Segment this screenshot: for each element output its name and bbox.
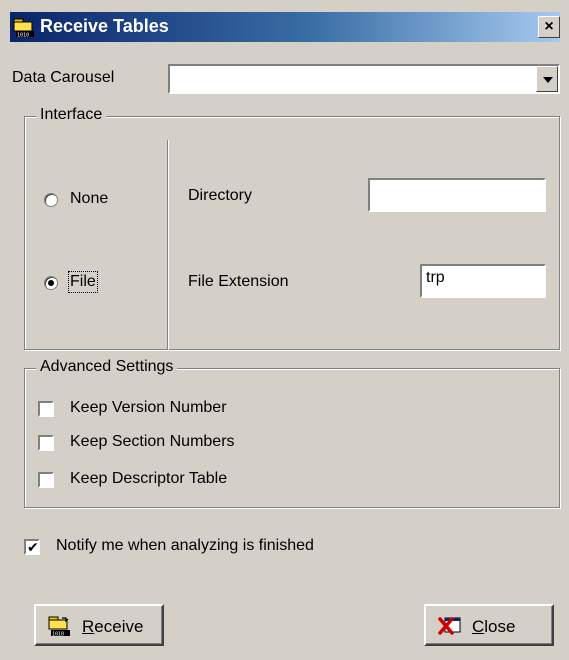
svg-text:1010: 1010 bbox=[17, 33, 29, 39]
file-extension-label: File Extension bbox=[188, 273, 289, 290]
interface-group-title: Interface bbox=[36, 106, 107, 124]
close-button[interactable]: Close bbox=[424, 604, 554, 646]
title-bar[interactable]: 1010 Receive Tables × bbox=[10, 12, 560, 42]
none-radio[interactable] bbox=[44, 193, 58, 207]
receive-button[interactable]: 1010 Receive bbox=[34, 604, 164, 646]
data-carousel-label: Data Carousel bbox=[12, 69, 115, 86]
close-button-label: Close bbox=[472, 617, 516, 636]
interface-group bbox=[24, 116, 560, 350]
window-title: Receive Tables bbox=[40, 16, 169, 36]
folder-binary-icon: 1010 bbox=[48, 616, 70, 638]
keep-section-numbers-label[interactable]: Keep Section Numbers bbox=[70, 433, 235, 451]
interface-divider bbox=[167, 140, 168, 350]
advanced-settings-title: Advanced Settings bbox=[36, 358, 178, 376]
receive-tables-dialog: 1010 Receive Tables × Data Carousel Inte… bbox=[0, 0, 569, 660]
folder-binary-icon: 1010 bbox=[13, 18, 34, 39]
notify-checkbox[interactable]: ✔ bbox=[24, 539, 40, 555]
dropdown-button[interactable] bbox=[536, 66, 558, 92]
keep-descriptor-table-checkbox[interactable] bbox=[38, 472, 54, 488]
directory-input[interactable] bbox=[368, 178, 546, 212]
keep-descriptor-table-label[interactable]: Keep Descriptor Table bbox=[70, 470, 227, 488]
directory-label: Directory bbox=[188, 187, 253, 204]
close-window-button[interactable]: × bbox=[538, 16, 560, 38]
radio-selected-dot bbox=[48, 280, 54, 286]
chevron-down-icon bbox=[543, 77, 553, 83]
svg-text:1010: 1010 bbox=[52, 632, 64, 638]
none-radio-label[interactable]: None bbox=[70, 190, 108, 208]
file-radio-label[interactable]: File bbox=[68, 271, 98, 293]
receive-button-label: Receive bbox=[82, 617, 144, 636]
notify-label[interactable]: Notify me when analyzing is finished bbox=[56, 537, 314, 555]
red-x-window-icon bbox=[438, 617, 461, 635]
data-carousel-select[interactable] bbox=[168, 64, 560, 94]
file-radio[interactable] bbox=[44, 276, 58, 290]
file-extension-input[interactable]: trp bbox=[420, 264, 546, 298]
keep-version-number-checkbox[interactable] bbox=[38, 401, 54, 417]
checkmark-icon: ✔ bbox=[27, 539, 39, 555]
keep-version-number-label[interactable]: Keep Version Number bbox=[70, 399, 227, 417]
keep-section-numbers-checkbox[interactable] bbox=[38, 435, 54, 451]
